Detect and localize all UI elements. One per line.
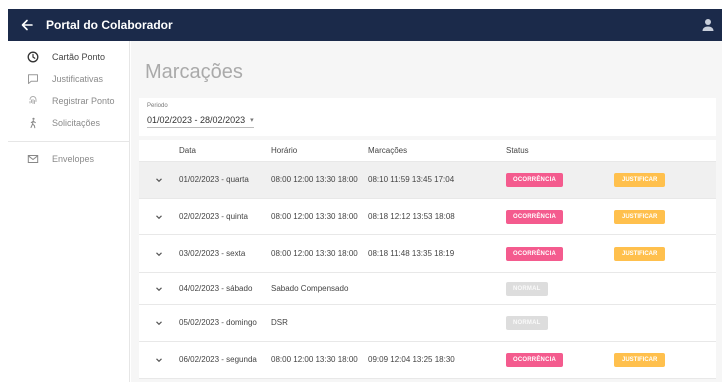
sidebar-nav: Cartão Ponto Justificativas Registrar Po… (8, 41, 130, 382)
cell-date: 04/02/2023 - sábado (179, 283, 253, 293)
app-title: Portal do Colaborador (46, 18, 173, 32)
cell-schedule: 08:00 12:00 13:30 18:00 (271, 211, 358, 221)
chevron-down-icon (156, 321, 162, 326)
table-row[interactable]: 01/02/2023 - quarta 08:00 12:00 13:30 18… (139, 162, 716, 199)
status-badge: OCORRÊNCIA (506, 173, 564, 187)
envelope-icon (26, 152, 40, 166)
marcacoes-table: Data Horário Marcações Status 01/02/2023… (139, 140, 716, 379)
sidebar-item-cartao-ponto[interactable]: Cartão Ponto (8, 46, 129, 68)
table-row[interactable]: 03/02/2023 - sexta 08:00 12:00 13:30 18:… (139, 235, 716, 273)
justify-button[interactable]: JUSTIFICAR (614, 246, 666, 261)
top-app-bar: Portal do Colaborador (8, 9, 722, 41)
caret-down-icon: ▾ (250, 117, 254, 124)
cell-schedule: Sabado Compensado (271, 283, 349, 293)
expand-row-button[interactable] (139, 355, 179, 365)
chevron-down-icon (156, 178, 162, 183)
expand-row-button[interactable] (139, 284, 179, 294)
status-badge: OCORRÊNCIA (506, 209, 564, 224)
table-row[interactable]: 06/02/2023 - segunda 08:00 12:00 13:30 1… (139, 342, 716, 379)
status-badge: NORMAL (506, 281, 548, 296)
status-badge: NORMAL (506, 316, 548, 330)
period-value: 01/02/2023 - 28/02/2023 (147, 115, 246, 125)
sidebar-item-justificativas[interactable]: Justificativas (8, 68, 129, 90)
back-arrow-icon[interactable] (14, 18, 40, 32)
status-badge: OCORRÊNCIA (506, 353, 564, 367)
cell-date: 02/02/2023 - quinta (179, 211, 248, 221)
table-header: Data Horário Marcações Status (139, 140, 716, 162)
period-label: Periodo (147, 103, 168, 109)
expand-row-button[interactable] (139, 249, 179, 259)
cell-marks: 08:10 11:59 13:45 17:04 (368, 175, 455, 184)
sidebar-item-solicitacoes[interactable]: Solicitações (8, 112, 129, 134)
cell-marks: 08:18 12:12 13:53 18:08 (368, 211, 455, 221)
table-row[interactable]: 05/02/2023 - domingo DSR NORMAL (139, 305, 716, 342)
sidebar-item-label: Justificativas (52, 74, 104, 84)
cell-schedule: 08:00 12:00 13:30 18:00 (271, 175, 358, 184)
expand-row-button[interactable] (139, 175, 179, 185)
cell-marks: 08:18 11:48 13:35 18:19 (368, 248, 455, 258)
expand-row-button[interactable] (139, 318, 179, 328)
justify-button[interactable]: JUSTIFICAR (614, 209, 666, 224)
chevron-down-icon (156, 251, 162, 256)
expand-row-button[interactable] (139, 212, 179, 222)
justify-button[interactable]: JUSTIFICAR (614, 173, 666, 187)
chevron-down-icon (156, 214, 162, 219)
fingerprint-icon (26, 94, 40, 108)
column-header-status: Status (506, 146, 529, 155)
chevron-down-icon (156, 286, 162, 291)
chevron-down-icon (156, 358, 162, 363)
main-content: Marcações Periodo 01/02/2023 - 28/02/202… (131, 41, 722, 382)
cell-schedule: 08:00 12:00 13:30 18:00 (271, 248, 358, 258)
cell-date: 06/02/2023 - segunda (179, 355, 257, 364)
user-account-icon[interactable] (700, 17, 716, 33)
column-header-date: Data (179, 146, 196, 155)
page-title: Marcações (145, 61, 243, 83)
cell-date: 01/02/2023 - quarta (179, 175, 249, 184)
table-row[interactable]: 04/02/2023 - sábado Sabado Compensado NO… (139, 273, 716, 305)
sidebar-item-label: Envelopes (52, 154, 95, 164)
sidebar-item-label: Registrar Ponto (52, 96, 115, 106)
cell-date: 03/02/2023 - sexta (179, 248, 246, 258)
status-badge: OCORRÊNCIA (506, 246, 564, 261)
sidebar-item-envelopes[interactable]: Envelopes (8, 148, 129, 170)
cell-marks: 09:09 12:04 13:25 18:30 (368, 355, 455, 364)
cell-schedule: DSR (271, 318, 288, 327)
sidebar-item-label: Cartão Ponto (52, 52, 106, 62)
table-row[interactable]: 02/02/2023 - quinta 08:00 12:00 13:30 18… (139, 199, 716, 235)
justify-button[interactable]: JUSTIFICAR (614, 353, 666, 367)
sidebar-item-registrar-ponto[interactable]: Registrar Ponto (8, 90, 129, 112)
cell-schedule: 08:00 12:00 13:30 18:00 (271, 355, 358, 364)
period-select[interactable]: 01/02/2023 - 28/02/2023 ▾ (147, 115, 254, 128)
sidebar-item-label: Solicitações (52, 118, 101, 128)
sidebar-divider (8, 141, 129, 142)
cell-date: 05/02/2023 - domingo (179, 318, 257, 327)
person-walking-icon (26, 116, 40, 130)
column-header-schedule: Horário (271, 146, 298, 155)
period-filter-card: Periodo 01/02/2023 - 28/02/2023 ▾ (139, 98, 716, 136)
clock-icon (26, 50, 40, 64)
chat-bubble-icon (26, 72, 40, 86)
column-header-marks: Marcações (368, 146, 408, 155)
